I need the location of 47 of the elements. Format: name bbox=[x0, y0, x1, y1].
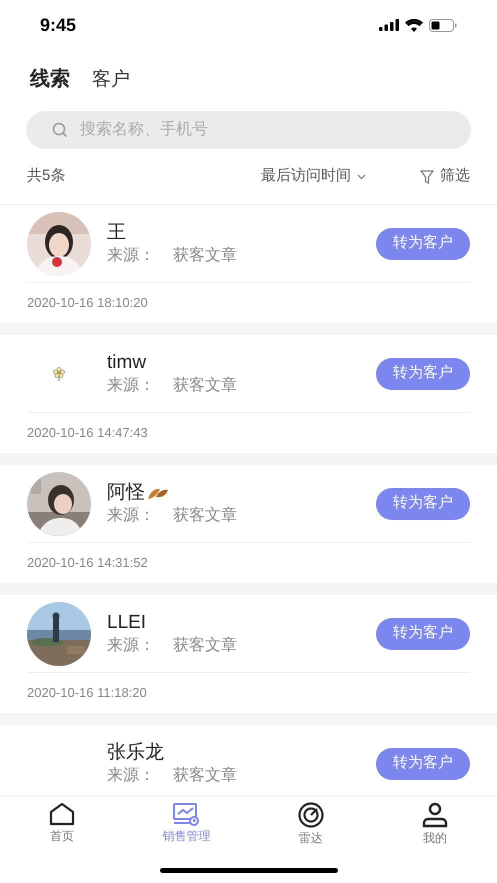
search-icon bbox=[52, 122, 68, 138]
home-icon bbox=[49, 802, 76, 826]
nav-tab[interactable]: 我的 bbox=[372, 802, 497, 847]
tab[interactable]: 线索 bbox=[30, 64, 70, 94]
convert-button[interactable]: 转为客户 bbox=[376, 228, 470, 260]
filter-button[interactable]: 筛选 bbox=[420, 165, 470, 188]
lead-name: timw bbox=[107, 350, 146, 374]
nav-tab[interactable]: 首页 bbox=[0, 802, 124, 847]
visit-time: 2020-10-16 18:10:20 bbox=[27, 294, 148, 312]
convert-button[interactable]: 转为客户 bbox=[376, 748, 470, 780]
nav-tab[interactable]: 销售管理 bbox=[124, 802, 248, 847]
lead-name: 张乐龙 bbox=[107, 740, 164, 764]
search-input[interactable]: 搜索名称、手机号 bbox=[80, 118, 380, 142]
signal-icon bbox=[379, 19, 399, 31]
source-value: 获客文章 bbox=[173, 376, 237, 396]
source-value: 获客文章 bbox=[173, 766, 237, 786]
source-label: 来源： bbox=[107, 246, 155, 266]
sort-dropdown[interactable]: 最后访问时间 bbox=[261, 165, 366, 188]
source-label: 来源： bbox=[107, 636, 155, 656]
lead-name: 王 bbox=[107, 220, 126, 244]
battery-icon bbox=[429, 18, 457, 32]
lead-name: 阿怪 bbox=[107, 480, 145, 504]
filter-icon bbox=[420, 170, 434, 184]
search-field[interactable]: 搜索名称、手机号 bbox=[26, 111, 471, 149]
source-label: 来源： bbox=[107, 376, 155, 396]
flower-icon bbox=[53, 366, 65, 380]
visit-time: 2020-10-16 11:18:20 bbox=[27, 684, 147, 702]
visit-time: 2020-10-16 14:31:52 bbox=[27, 554, 148, 572]
person-icon bbox=[422, 802, 448, 828]
wifi-icon bbox=[405, 18, 423, 32]
source-value: 获客文章 bbox=[173, 636, 237, 656]
source-value: 获客文章 bbox=[173, 506, 237, 526]
convert-button[interactable]: 转为客户 bbox=[376, 488, 470, 520]
convert-button[interactable]: 转为客户 bbox=[376, 618, 470, 650]
tab[interactable]: 客户 bbox=[92, 66, 130, 94]
status-time: 9:45 bbox=[40, 14, 76, 36]
nav-tab[interactable]: 雷达 bbox=[248, 802, 373, 847]
radar-icon bbox=[296, 802, 325, 828]
monitor-chart-icon bbox=[172, 802, 200, 826]
chevron-down-icon bbox=[357, 174, 366, 180]
lead-name: LLEI bbox=[107, 610, 146, 634]
visit-time: 2020-10-16 14:47:43 bbox=[27, 424, 148, 442]
lead-count: 共5条 bbox=[27, 166, 66, 186]
source-label: 来源： bbox=[107, 506, 155, 526]
source-label: 来源： bbox=[107, 766, 155, 786]
convert-button[interactable]: 转为客户 bbox=[376, 358, 470, 390]
source-value: 获客文章 bbox=[173, 246, 237, 266]
